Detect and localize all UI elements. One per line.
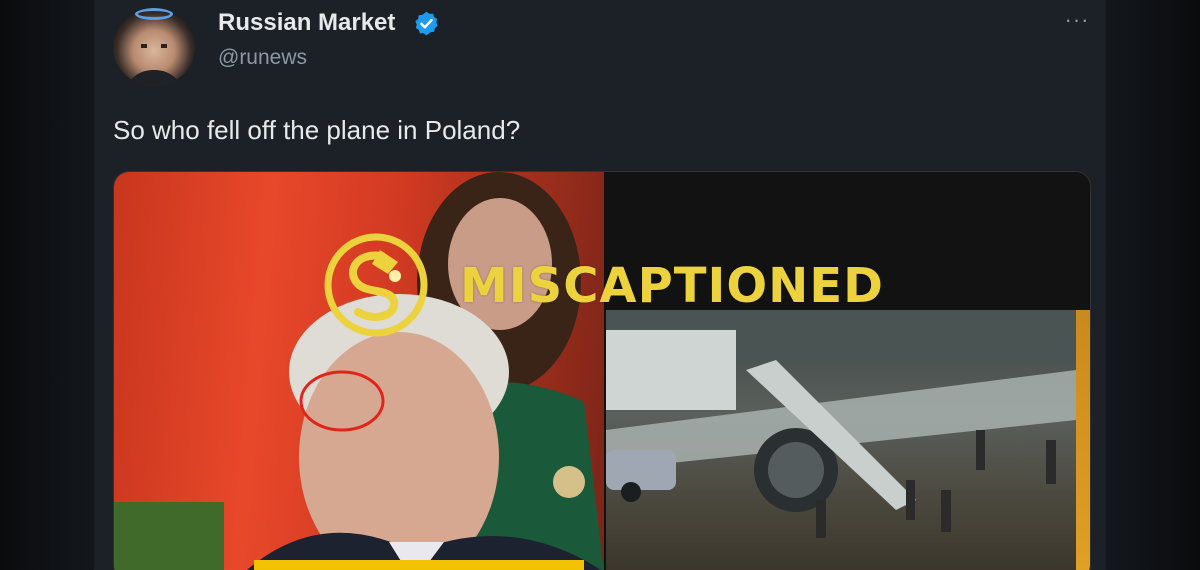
airplane-scene xyxy=(606,310,1076,570)
airplane-illustration xyxy=(606,310,1076,538)
miscaptioned-watermark: MISCAPTIONED xyxy=(322,232,883,338)
verified-badge-icon xyxy=(415,11,438,36)
video-frame-edge xyxy=(1076,310,1090,570)
user-handle[interactable]: @runews xyxy=(218,46,307,70)
vehicle-wheel xyxy=(621,482,641,502)
person-figure xyxy=(941,490,951,532)
flag-green-stripe xyxy=(114,502,224,570)
person-figure xyxy=(816,500,826,538)
avatar-face xyxy=(141,44,167,48)
avatar-suit xyxy=(123,70,185,86)
airplane-fuselage xyxy=(606,330,736,410)
more-options-icon[interactable]: ··· xyxy=(1062,6,1092,34)
person-figure xyxy=(906,480,915,520)
halo-icon xyxy=(135,8,173,20)
page: Russian Market @runews ··· So who fell o… xyxy=(0,0,1200,570)
background-woman-badge xyxy=(553,466,585,498)
snopes-logo-icon xyxy=(324,233,428,337)
news-ticker-bar xyxy=(254,560,584,570)
tweet-text: So who fell off the plane in Poland? xyxy=(113,115,521,145)
display-name[interactable]: Russian Market xyxy=(218,9,395,37)
tweet-media[interactable] xyxy=(113,171,1091,570)
ground-vehicle xyxy=(606,450,676,490)
person-figure xyxy=(1046,440,1056,484)
avatar[interactable] xyxy=(113,8,195,86)
person-figure xyxy=(976,430,985,470)
airplane-engine-inner xyxy=(768,442,824,498)
miscaptioned-label: MISCAPTIONED xyxy=(460,258,884,314)
